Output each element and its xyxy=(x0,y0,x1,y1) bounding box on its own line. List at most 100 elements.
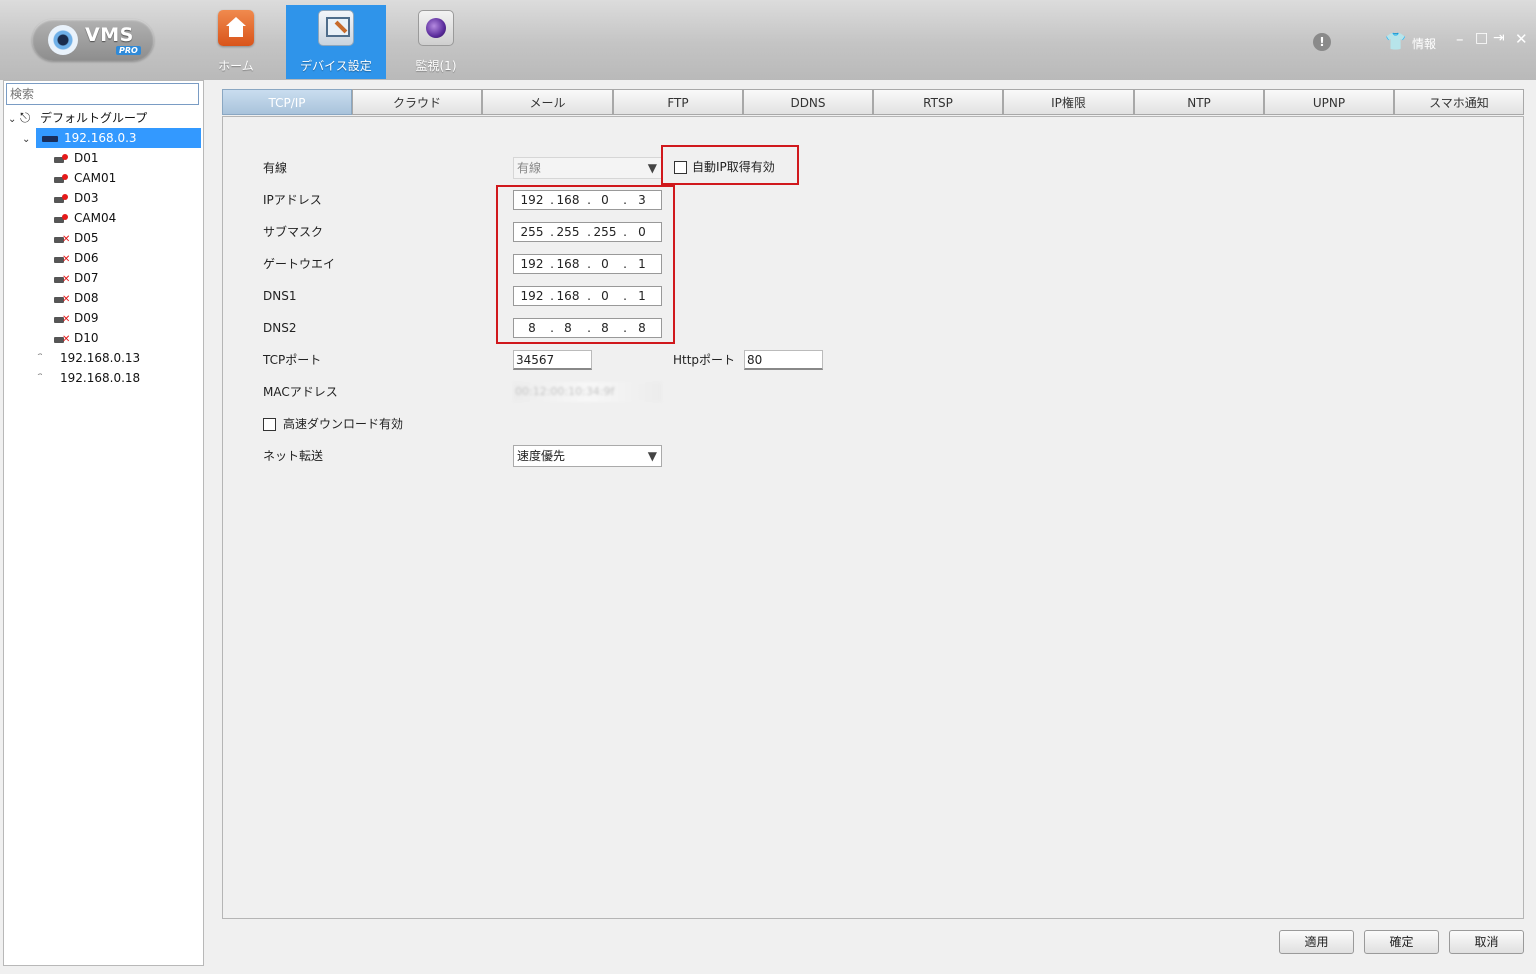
network-type-value: 有線 xyxy=(517,161,542,175)
tree-channel[interactable]: ✕ D09 xyxy=(54,308,99,328)
channel-label: D01 xyxy=(74,151,99,165)
ip-octet[interactable]: 1 xyxy=(627,287,657,305)
tab-phone-notify[interactable]: スマホ通知 xyxy=(1394,89,1524,115)
ip-octet[interactable]: 0 xyxy=(590,287,620,305)
alert-icon[interactable]: ! xyxy=(1313,33,1331,51)
tree-channel[interactable]: ✕ D06 xyxy=(54,248,99,268)
ip-octet[interactable]: 8 xyxy=(627,319,657,337)
gateway-field[interactable]: 192 . 168 . 0 . 1 xyxy=(513,254,662,274)
tree-channel[interactable]: ✕ D07 xyxy=(54,268,99,288)
channel-label: D06 xyxy=(74,251,99,265)
device-offline-icon: ҄ xyxy=(42,369,52,389)
nav-home[interactable]: ホーム xyxy=(186,5,286,79)
tab-rtsp[interactable]: RTSP xyxy=(873,89,1003,115)
chevron-down-icon[interactable]: ⌄ xyxy=(8,110,20,130)
device-settings-icon xyxy=(318,10,354,46)
ip-octet[interactable]: 0 xyxy=(627,223,657,241)
tree-channel[interactable]: ✕ D05 xyxy=(54,228,99,248)
ip-address-field[interactable]: 192 . 168 . 0 . 3 xyxy=(513,190,662,210)
tree-group-default[interactable]: ⌄ ⎋ デフォルトグループ xyxy=(8,108,147,128)
tab-upnp[interactable]: UPNP xyxy=(1264,89,1394,115)
logo-badge: PRO xyxy=(116,46,141,55)
minimize-icon[interactable]: – xyxy=(1456,30,1464,48)
tree-channel[interactable]: ✕ D10 xyxy=(54,328,99,348)
info-link[interactable]: 情報 xyxy=(1412,35,1436,52)
tree-device[interactable]: ҄ 192.168.0.18 xyxy=(42,368,140,388)
tree-device-selected[interactable]: 192.168.0.3 xyxy=(36,128,201,148)
tab-ddns[interactable]: DDNS xyxy=(743,89,873,115)
gateway-label: ゲートウエイ xyxy=(263,257,336,271)
dropdown-arrow-icon: ▼ xyxy=(647,449,657,463)
checkbox-icon[interactable] xyxy=(263,418,276,431)
tree-channel[interactable]: CAM04 xyxy=(54,208,116,228)
channel-label: D09 xyxy=(74,311,99,325)
dns1-field[interactable]: 192 . 168 . 0 . 1 xyxy=(513,286,662,306)
tree-channel[interactable]: ✕ D08 xyxy=(54,288,99,308)
cancel-button[interactable]: 取消 xyxy=(1449,930,1524,954)
ip-octet[interactable]: 0 xyxy=(590,255,620,273)
tree-device[interactable]: ҄ 192.168.0.13 xyxy=(42,348,140,368)
ok-button[interactable]: 確定 xyxy=(1364,930,1439,954)
mac-address-label: MACアドレス xyxy=(263,385,338,399)
tree-channel[interactable]: D01 xyxy=(54,148,99,168)
apply-button[interactable]: 適用 xyxy=(1279,930,1354,954)
channel-label: D10 xyxy=(74,331,99,345)
ip-octet[interactable]: 8 xyxy=(517,319,547,337)
dhcp-checkbox[interactable]: 自動IP取得有効 xyxy=(674,157,775,177)
device-expander[interactable]: ⌄ xyxy=(22,128,34,148)
app-logo: VMS PRO xyxy=(32,19,154,61)
ip-octet[interactable]: 255 xyxy=(553,223,583,241)
nav-home-label: ホーム xyxy=(218,59,254,73)
nav-device-settings[interactable]: デバイス設定 xyxy=(286,5,386,79)
camera-logo-icon xyxy=(48,25,78,55)
ip-octet[interactable]: 1 xyxy=(627,255,657,273)
ip-octet[interactable]: 0 xyxy=(590,191,620,209)
ip-octet[interactable]: 192 xyxy=(517,287,547,305)
logout-icon[interactable]: ⇥ xyxy=(1493,30,1505,46)
ip-octet[interactable]: 168 xyxy=(553,255,583,273)
ip-octet[interactable]: 168 xyxy=(553,191,583,209)
search-input[interactable] xyxy=(6,83,199,105)
tcp-port-input[interactable]: 34567 xyxy=(513,350,592,370)
camera-online-icon xyxy=(54,213,68,224)
tree-channel[interactable]: CAM01 xyxy=(54,168,116,188)
ip-octet[interactable]: 255 xyxy=(517,223,547,241)
camera-offline-icon: ✕ xyxy=(54,254,70,265)
settings-tabs: TCP/IP クラウド メール FTP DDNS RTSP IP権限 NTP U… xyxy=(222,89,1524,116)
channel-label: D08 xyxy=(74,291,99,305)
camera-online-icon xyxy=(54,153,68,164)
nav-monitor[interactable]: 監視(1) xyxy=(386,5,486,79)
http-port-input[interactable]: 80 xyxy=(744,350,823,370)
tree-channel[interactable]: D03 xyxy=(54,188,99,208)
ip-octet[interactable]: 8 xyxy=(553,319,583,337)
ip-octet[interactable]: 255 xyxy=(590,223,620,241)
ip-octet[interactable]: 192 xyxy=(517,255,547,273)
tab-tcp-ip[interactable]: TCP/IP xyxy=(222,89,352,115)
channel-label: CAM01 xyxy=(74,171,117,185)
tab-ftp[interactable]: FTP xyxy=(613,89,743,115)
net-transfer-value: 速度優先 xyxy=(517,449,566,463)
high-speed-download-checkbox[interactable]: 高速ダウンロード有効 xyxy=(263,414,403,434)
ip-octet[interactable]: 8 xyxy=(590,319,620,337)
ip-address-label: IPアドレス xyxy=(263,193,322,207)
dns2-field[interactable]: 8 . 8 . 8 . 8 xyxy=(513,318,662,338)
tab-cloud[interactable]: クラウド xyxy=(352,89,482,115)
checkbox-icon[interactable] xyxy=(674,161,687,174)
tab-ntp[interactable]: NTP xyxy=(1134,89,1264,115)
skin-shirt-icon[interactable]: 👕 xyxy=(1385,32,1406,52)
maximize-icon[interactable]: □ xyxy=(1475,30,1488,46)
close-icon[interactable]: ✕ xyxy=(1515,30,1528,48)
ip-octet[interactable]: 3 xyxy=(627,191,657,209)
subnet-field[interactable]: 255 . 255 . 255 . 0 xyxy=(513,222,662,242)
ip-octet[interactable]: 192 xyxy=(517,191,547,209)
camera-offline-icon: ✕ xyxy=(54,314,70,325)
chevron-down-icon[interactable]: ⌄ xyxy=(22,130,34,150)
tab-mail[interactable]: メール xyxy=(482,89,613,115)
tab-ip-permission[interactable]: IP権限 xyxy=(1003,89,1134,115)
subnet-label: サブマスク xyxy=(263,225,324,239)
dns1-label: DNS1 xyxy=(263,289,297,303)
net-transfer-select[interactable]: 速度優先 ▼ xyxy=(513,445,662,467)
ip-octet[interactable]: 168 xyxy=(553,287,583,305)
channel-label: CAM04 xyxy=(74,211,117,225)
nav-device-settings-label: デバイス設定 xyxy=(300,59,372,73)
